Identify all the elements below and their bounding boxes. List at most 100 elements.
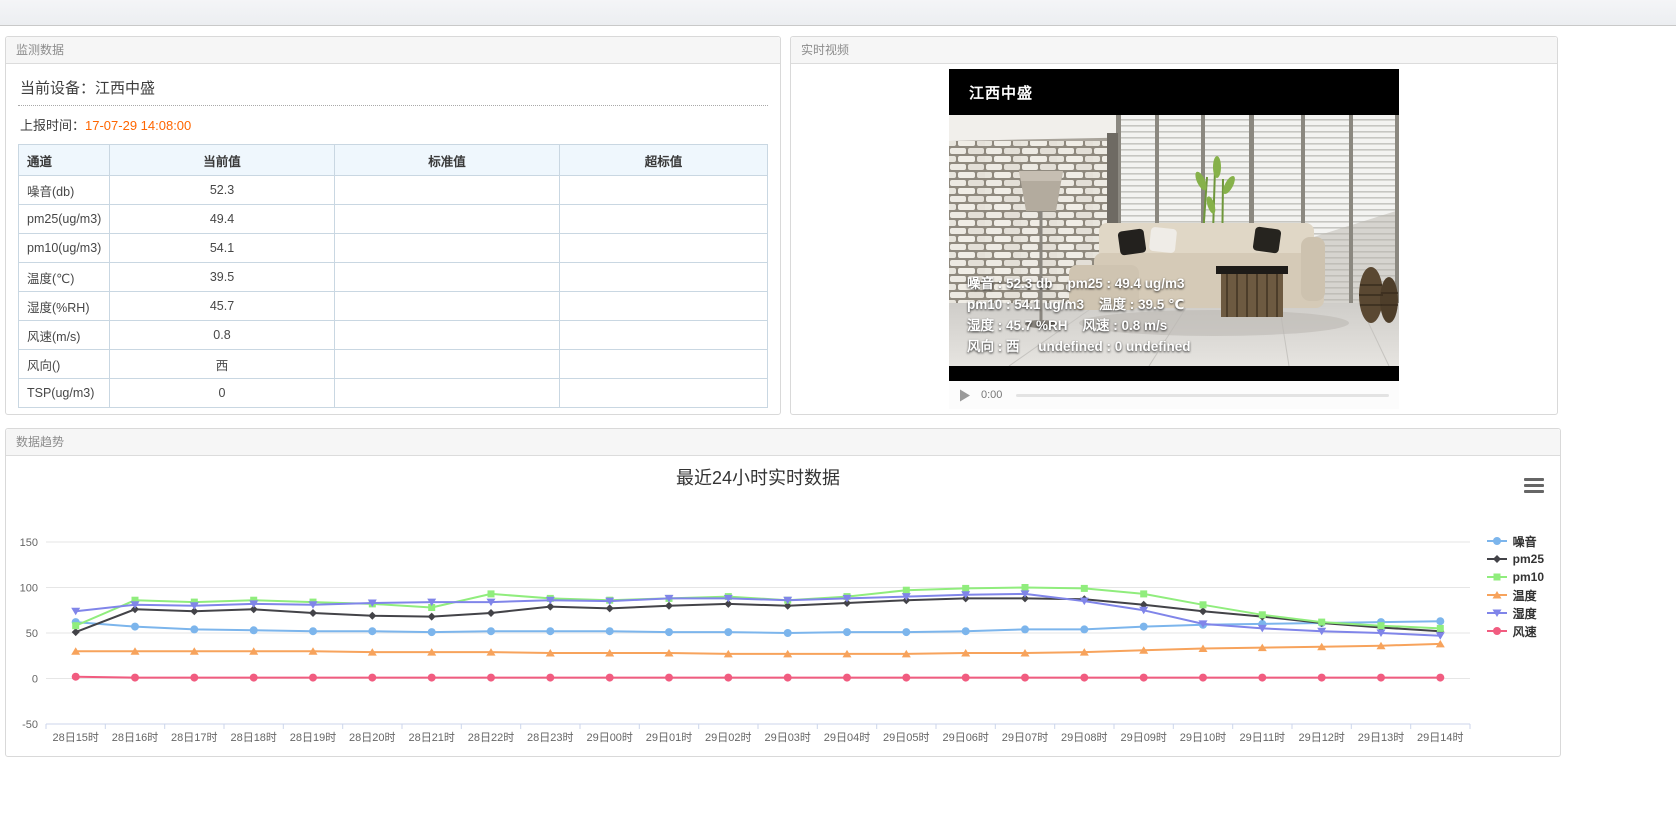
video-panel-header: 实时视频 bbox=[791, 37, 1557, 64]
table-cell: pm25(ug/m3) bbox=[19, 205, 110, 234]
table-row: 湿度(%RH)45.7 bbox=[19, 292, 768, 321]
legend-label: pm25 bbox=[1513, 552, 1544, 566]
table-cell: 风向() bbox=[19, 350, 110, 379]
video-letterbox-bottom bbox=[949, 366, 1399, 381]
monitoring-panel-title: 监测数据 bbox=[16, 43, 64, 57]
svg-text:29日03时: 29日03时 bbox=[764, 731, 810, 744]
svg-text:29日12时: 29日12时 bbox=[1298, 731, 1344, 744]
video-device-title: 江西中盛 bbox=[969, 82, 1033, 103]
table-cell bbox=[560, 379, 768, 408]
svg-text:29日09时: 29日09时 bbox=[1120, 731, 1166, 744]
play-icon[interactable] bbox=[959, 389, 971, 402]
legend-item-pm10[interactable]: pm10 bbox=[1486, 568, 1544, 586]
table-cell bbox=[560, 205, 768, 234]
table-cell bbox=[560, 350, 768, 379]
svg-text:28日17时: 28日17时 bbox=[171, 731, 217, 744]
panel-live-video: 实时视频 江西中盛 bbox=[790, 36, 1558, 415]
table-cell bbox=[335, 263, 560, 292]
table-cell bbox=[335, 321, 560, 350]
table-cell bbox=[335, 176, 560, 205]
table-cell: 西 bbox=[110, 350, 335, 379]
svg-text:28日15时: 28日15时 bbox=[52, 731, 98, 744]
video-panel-title: 实时视频 bbox=[801, 43, 849, 57]
table-cell: pm10(ug/m3) bbox=[19, 234, 110, 263]
table-cell bbox=[560, 263, 768, 292]
table-header-cell: 当前值 bbox=[110, 145, 335, 176]
svg-text:29日08时: 29日08时 bbox=[1061, 731, 1107, 744]
panel-data-trend: 数据趋势 -5005010015028日15时28日16时28日17时28日18… bbox=[5, 428, 1561, 757]
legend-label: 风速 bbox=[1513, 623, 1537, 640]
video-player[interactable]: 江西中盛 bbox=[949, 69, 1399, 381]
video-controls: 0:00 bbox=[949, 381, 1399, 409]
svg-text:150: 150 bbox=[20, 537, 38, 549]
table-cell: 45.7 bbox=[110, 292, 335, 321]
svg-text:100: 100 bbox=[20, 583, 38, 595]
svg-text:最近24小时实时数据: 最近24小时实时数据 bbox=[676, 468, 840, 488]
legend-diamond-icon bbox=[1486, 553, 1508, 565]
svg-text:29日13时: 29日13时 bbox=[1358, 731, 1404, 744]
table-cell bbox=[335, 350, 560, 379]
table-header-cell: 通道 bbox=[19, 145, 110, 176]
legend-item-pm25[interactable]: pm25 bbox=[1486, 550, 1544, 568]
svg-text:28日21时: 28日21时 bbox=[408, 731, 454, 744]
legend-triangle-down-icon bbox=[1486, 607, 1508, 619]
report-time-line: 上报时间：17-07-29 14:08:00 bbox=[18, 106, 768, 144]
svg-text:28日20时: 28日20时 bbox=[349, 731, 395, 744]
video-time: 0:00 bbox=[981, 389, 1002, 401]
svg-text:29日01时: 29日01时 bbox=[646, 731, 692, 744]
table-row: pm10(ug/m3)54.1 bbox=[19, 234, 768, 263]
table-header-row: 通道当前值标准值超标值 bbox=[19, 145, 768, 176]
trend-chart: -5005010015028日15时28日16时28日17时28日18时28日1… bbox=[6, 456, 1560, 758]
svg-text:29日02时: 29日02时 bbox=[705, 731, 751, 744]
svg-text:29日11时: 29日11时 bbox=[1239, 731, 1285, 744]
table-cell bbox=[335, 292, 560, 321]
svg-text:29日10时: 29日10时 bbox=[1180, 731, 1226, 744]
legend-item-风速[interactable]: 风速 bbox=[1486, 622, 1544, 640]
svg-text:29日00时: 29日00时 bbox=[586, 731, 632, 744]
table-row: 噪音(db)52.3 bbox=[19, 176, 768, 205]
legend-label: 湿度 bbox=[1513, 605, 1537, 622]
table-row: 风速(m/s)0.8 bbox=[19, 321, 768, 350]
chart-context-menu-icon[interactable] bbox=[1524, 478, 1544, 494]
report-time-value: 17-07-29 14:08:00 bbox=[85, 118, 191, 133]
svg-text:28日23时: 28日23时 bbox=[527, 731, 573, 744]
table-cell: 49.4 bbox=[110, 205, 335, 234]
monitoring-panel-header: 监测数据 bbox=[6, 37, 780, 64]
trend-panel-title: 数据趋势 bbox=[16, 435, 64, 449]
table-row: 温度(℃)39.5 bbox=[19, 263, 768, 292]
table-cell: 温度(℃) bbox=[19, 263, 110, 292]
table-cell: 风速(m/s) bbox=[19, 321, 110, 350]
svg-text:29日07时: 29日07时 bbox=[1002, 731, 1048, 744]
table-cell bbox=[335, 379, 560, 408]
legend-circle-icon bbox=[1486, 535, 1508, 547]
legend-item-噪音[interactable]: 噪音 bbox=[1486, 532, 1544, 550]
table-cell: 52.3 bbox=[110, 176, 335, 205]
video-progress-bar[interactable] bbox=[1016, 394, 1389, 397]
report-time-label: 上报时间： bbox=[20, 118, 85, 133]
svg-text:0: 0 bbox=[32, 674, 38, 686]
table-cell: 54.1 bbox=[110, 234, 335, 263]
table-row: TSP(ug/m3)0 bbox=[19, 379, 768, 408]
table-header-cell: 标准值 bbox=[335, 145, 560, 176]
series-风速 bbox=[72, 673, 1445, 682]
legend-square-icon bbox=[1486, 571, 1508, 583]
chart-legend: 噪音 pm25 pm10 温度湿度风速 bbox=[1486, 532, 1544, 640]
legend-item-温度[interactable]: 温度 bbox=[1486, 586, 1544, 604]
svg-text:29日06时: 29日06时 bbox=[942, 731, 988, 744]
table-cell: 噪音(db) bbox=[19, 176, 110, 205]
table-header-cell: 超标值 bbox=[560, 145, 768, 176]
svg-text:28日22时: 28日22时 bbox=[468, 731, 514, 744]
panel-monitoring-data: 监测数据 当前设备：江西中盛 上报时间：17-07-29 14:08:00 通道… bbox=[5, 36, 781, 415]
table-cell bbox=[335, 205, 560, 234]
table-cell bbox=[560, 292, 768, 321]
legend-triangle-icon bbox=[1486, 589, 1508, 601]
legend-label: pm10 bbox=[1513, 570, 1544, 584]
legend-item-湿度[interactable]: 湿度 bbox=[1486, 604, 1544, 622]
video-overlay-line: pm10 : 54.1 ug/m3 温度 : 39.5 ℃ bbox=[967, 294, 1191, 315]
svg-text:28日18时: 28日18时 bbox=[230, 731, 276, 744]
svg-text:29日04时: 29日04时 bbox=[824, 731, 870, 744]
browser-top-strip bbox=[0, 0, 1676, 26]
table-cell bbox=[560, 321, 768, 350]
svg-text:50: 50 bbox=[26, 628, 38, 640]
table-cell bbox=[560, 176, 768, 205]
